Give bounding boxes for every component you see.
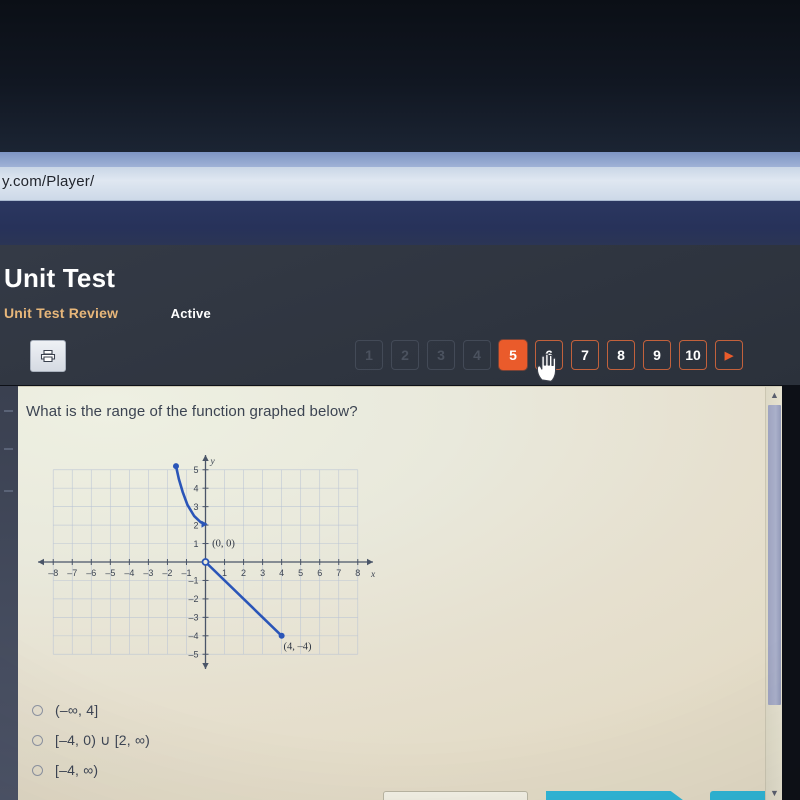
print-button[interactable] xyxy=(30,340,66,372)
marker-end-decreasing-curve-branch xyxy=(201,520,208,528)
x-axis-arrow-left xyxy=(38,558,44,566)
function-branch-decreasing-curve-branch xyxy=(174,464,207,526)
y-tick-label: –3 xyxy=(188,613,198,623)
marker-start-decreasing-curve-branch xyxy=(172,463,179,470)
left-sidebar-strip xyxy=(0,386,18,800)
radio-button-a[interactable] xyxy=(32,704,43,716)
y-axis-label: y xyxy=(210,457,216,467)
page-button-7[interactable]: 7 xyxy=(571,340,599,370)
save-and-exit-button[interactable]: Save and Exit xyxy=(383,791,528,800)
marker-start-linear-segment-branch xyxy=(201,558,210,566)
y-axis-arrow xyxy=(202,455,209,461)
scroll-down-arrow-icon[interactable]: ▼ xyxy=(766,785,782,800)
y-tick-label: –5 xyxy=(188,650,198,660)
answer-option-b[interactable]: [–4, 0) ∪ [2, ∞) xyxy=(32,725,150,755)
scroll-up-arrow-icon[interactable]: ▲ xyxy=(766,387,782,403)
browser-address-bar[interactable]: y.com/Player/ xyxy=(0,167,800,201)
x-tick-label: –8 xyxy=(48,568,58,578)
answer-option-b-label: [–4, 0) ∪ [2, ∞) xyxy=(55,731,151,748)
browser-chrome-top xyxy=(0,152,800,167)
photographed-screen: y.com/Player/ Unit Test Unit Test Review… xyxy=(0,0,800,800)
coordinate-plane-svg: –8 –7 –6 –5 –4 –3 –2 –1 1 2 3 4 5 6 7 854321–1–2–3–4–5x… xyxy=(38,455,376,669)
y-tick-label: –2 xyxy=(188,594,198,604)
breadcrumb-unit-test-review[interactable]: Unit Test Review xyxy=(4,305,118,321)
scrollbar-thumb[interactable] xyxy=(768,405,781,705)
page-title: Unit Test xyxy=(4,263,116,293)
y-tick-label: –4 xyxy=(188,631,198,641)
page-button-1[interactable]: 1 xyxy=(355,340,383,370)
x-tick-label: 1 xyxy=(222,568,227,578)
x-tick-label: –2 xyxy=(162,568,172,578)
answer-option-a-label: (–∞, 4] xyxy=(55,702,99,718)
answer-option-c[interactable]: [–4, ∞) xyxy=(32,755,150,785)
question-content-pane: What is the range of the function graphe… xyxy=(18,386,782,800)
next-button[interactable]: Next xyxy=(546,791,691,800)
x-tick-label: 5 xyxy=(298,568,303,578)
sidebar-tick xyxy=(4,448,13,450)
browser-chrome-bottom xyxy=(0,201,800,245)
x-tick-label: 4 xyxy=(279,568,284,578)
graph-point-annotation-0: (0, 0) xyxy=(212,538,235,549)
marker-end-linear-segment-branch xyxy=(278,632,285,639)
breadcrumb: Unit Test Review Active xyxy=(4,305,211,323)
x-tick-label: 3 xyxy=(260,568,265,578)
page-button-10[interactable]: 10 xyxy=(679,340,707,370)
y-tick-label: 1 xyxy=(193,539,198,549)
x-tick-label: 6 xyxy=(317,568,322,578)
question-text: What is the range of the function graphe… xyxy=(26,403,358,420)
x-axis-label: x xyxy=(370,570,376,580)
x-tick-label: –3 xyxy=(143,568,153,578)
footer-actions: Save and Exit Next Submit xyxy=(18,787,782,800)
monitor-bezel xyxy=(0,0,800,152)
radio-button-c[interactable] xyxy=(32,764,43,776)
page-button-8[interactable]: 8 xyxy=(607,340,635,370)
vertical-scrollbar[interactable]: ▲ ▼ xyxy=(765,387,782,800)
x-tick-label: –4 xyxy=(124,568,134,578)
question-pagination[interactable]: 1 2 3 4 5 6 7 8 9 10 ▶ xyxy=(355,340,743,372)
page-button-2[interactable]: 2 xyxy=(391,340,419,370)
function-graph: –8 –7 –6 –5 –4 –3 –2 –1 1 2 3 4 5 6 7 8 5 4 3 2 1 –1 –2 –3 –4 –5 x… xyxy=(28,447,383,677)
x-tick-label: –5 xyxy=(105,568,115,578)
x-tick-label: 2 xyxy=(241,568,246,578)
page-button-4[interactable]: 4 xyxy=(463,340,491,370)
status-badge-active: Active xyxy=(170,306,211,321)
graph-point-annotation-1: (4, –4) xyxy=(284,642,312,653)
radio-button-b[interactable] xyxy=(32,734,43,746)
x-axis-arrow xyxy=(367,558,373,566)
y-tick-label: –1 xyxy=(188,576,198,586)
x-tick-label: –7 xyxy=(67,568,77,578)
x-tick-label: 7 xyxy=(336,568,341,578)
page-button-9[interactable]: 9 xyxy=(643,340,671,370)
y-tick-label: 5 xyxy=(193,465,198,475)
y-tick-label: 3 xyxy=(193,502,198,512)
sidebar-tick xyxy=(4,410,13,412)
page-button-3[interactable]: 3 xyxy=(427,340,455,370)
y-tick-label: 4 xyxy=(193,484,198,494)
page-button-5-current[interactable]: 5 xyxy=(499,340,527,370)
answer-options[interactable]: (–∞, 4] [–4, 0) ∪ [2, ∞) [–4, ∞) xyxy=(32,695,150,785)
page-button-6[interactable]: 6 xyxy=(535,340,563,370)
y-tick-label: 2 xyxy=(193,520,198,530)
address-bar-url: y.com/Player/ xyxy=(2,173,95,190)
x-tick-label: –6 xyxy=(86,568,96,578)
printer-icon xyxy=(40,349,56,363)
x-tick-label: 8 xyxy=(355,568,360,578)
answer-option-a[interactable]: (–∞, 4] xyxy=(32,695,150,725)
y-axis-arrow-down xyxy=(202,663,209,669)
sidebar-tick xyxy=(4,490,13,492)
next-page-arrow-icon[interactable]: ▶ xyxy=(715,340,743,370)
answer-option-c-label: [–4, ∞) xyxy=(55,762,99,778)
